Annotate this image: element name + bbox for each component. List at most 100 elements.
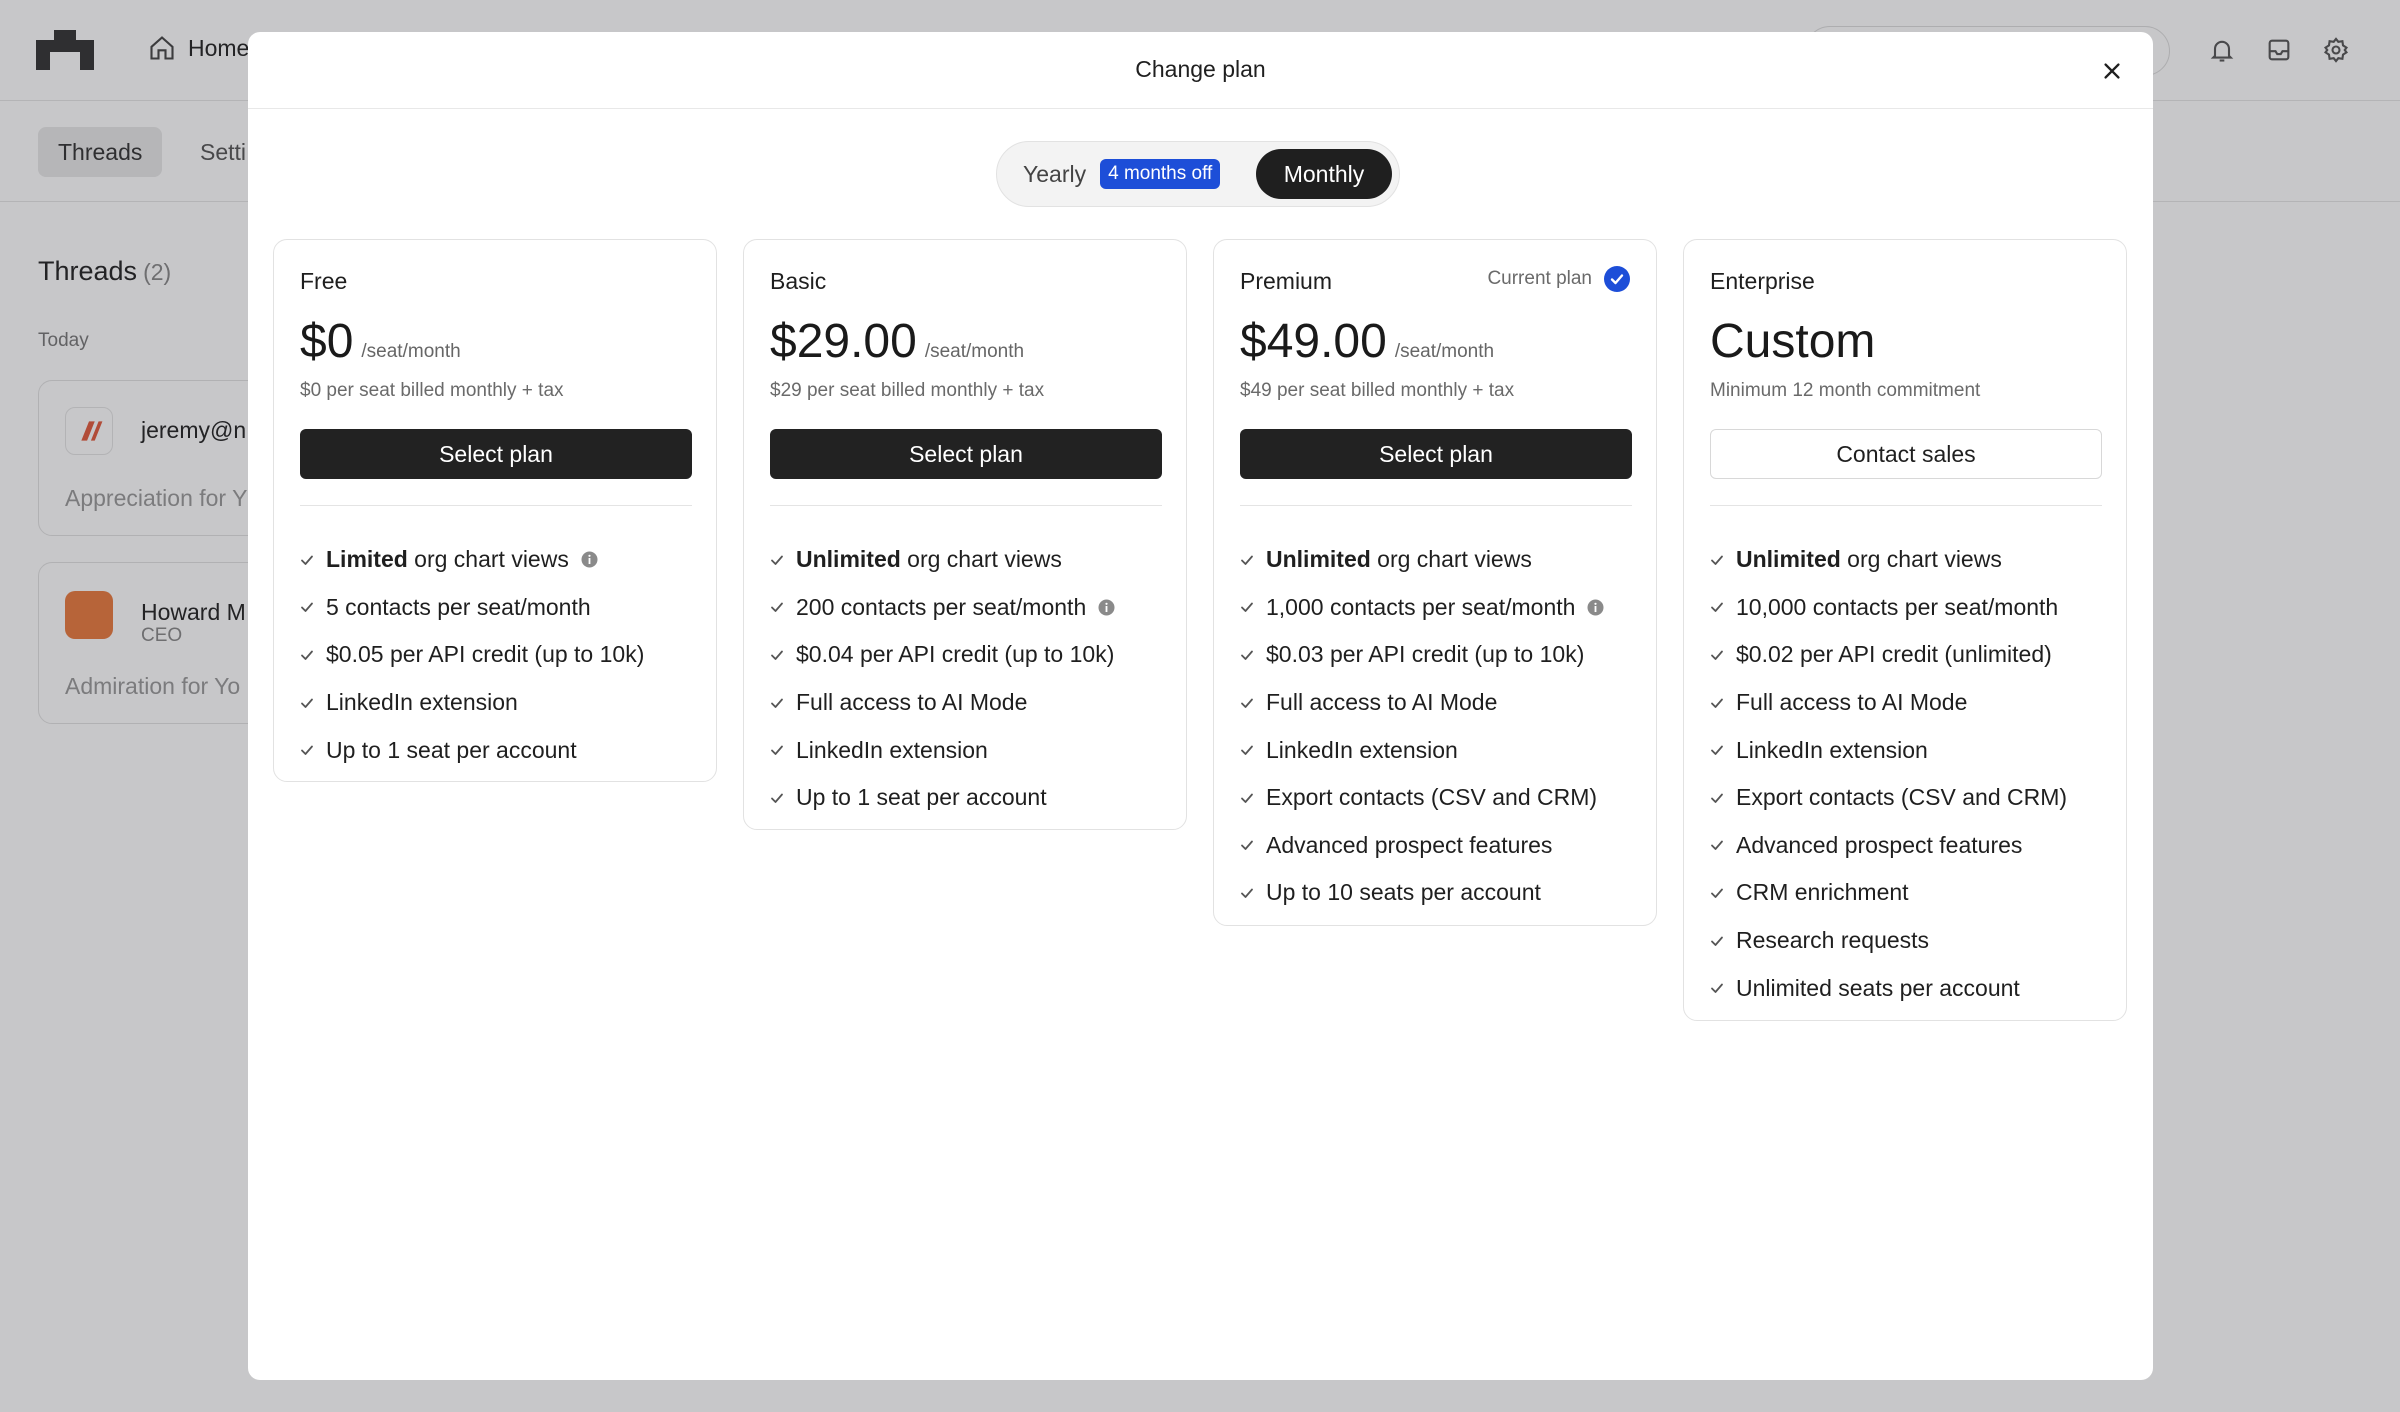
info-icon[interactable]	[581, 551, 598, 568]
feature-label: Research requests	[1736, 927, 1930, 954]
feature-label: $0.05 per API credit (up to 10k)	[326, 641, 645, 668]
divider	[1710, 505, 2102, 506]
plan-billing-note: Minimum 12 month commitment	[1710, 380, 1981, 401]
feature-text: Advanced prospect features	[1736, 832, 2022, 859]
feature-label: Up to 1 seat per account	[326, 736, 577, 763]
close-button[interactable]	[2095, 54, 2129, 88]
feature-item: $0.05 per API credit (up to 10k)	[300, 631, 700, 679]
billing-period-toggle: Yearly 4 months off Monthly	[996, 141, 1400, 207]
check-icon	[1241, 888, 1253, 898]
price-row: $0 /seat/month	[300, 314, 461, 369]
select-plan-button[interactable]: Select plan	[1240, 429, 1632, 479]
feature-label: Up to 10 seats per account	[1266, 879, 1541, 906]
feature-item: $0.03 per API credit (up to 10k)	[1240, 631, 1640, 679]
feature-item: Up to 1 seat per account	[770, 774, 1170, 822]
feature-text: LinkedIn extension	[1266, 737, 1458, 764]
check-circle-icon	[1604, 266, 1630, 292]
feature-label: 1,000 contacts per seat/month	[1266, 593, 1576, 620]
check-icon	[1711, 555, 1723, 565]
billing-yearly-option[interactable]: Yearly 4 months off	[1005, 149, 1221, 199]
feature-label: Full access to AI Mode	[796, 689, 1028, 716]
feature-text: LinkedIn extension	[796, 737, 988, 764]
feature-text: Unlimited org chart views	[1736, 546, 2002, 573]
plan-price: Custom	[1710, 315, 1876, 368]
feature-emphasis: Limited	[326, 546, 408, 573]
check-icon	[1241, 650, 1253, 660]
plan-name: Basic	[770, 268, 827, 294]
feature-label: LinkedIn extension	[1266, 736, 1458, 763]
plan-billing-note: $29 per seat billed monthly + tax	[770, 380, 1045, 401]
check-icon	[1711, 602, 1723, 613]
check-icon	[301, 745, 313, 756]
feature-item: Export contacts (CSV and CRM)	[1710, 774, 2110, 822]
feature-text: LinkedIn extension	[1736, 737, 1928, 764]
check-icon	[1711, 936, 1723, 946]
plan-billing-note: $49 per seat billed monthly + tax	[1240, 380, 1515, 401]
feature-item: Unlimited org chart views	[1240, 536, 1640, 584]
check-icon	[1711, 888, 1723, 898]
feature-text: Unlimited org chart views	[1266, 546, 1532, 573]
feature-label: CRM enrichment	[1736, 879, 1909, 906]
plan-billing-note: $0 per seat billed monthly + tax	[300, 380, 564, 401]
feature-label: $0.04 per API credit (up to 10k)	[796, 641, 1115, 668]
feature-item: Research requests	[1710, 917, 2110, 965]
check-icon	[771, 555, 783, 565]
feature-text: $0.05 per API credit (up to 10k)	[326, 641, 644, 668]
feature-text: Export contacts (CSV and CRM)	[1266, 784, 1597, 811]
feature-list: Unlimited org chart views 1,000 contacts …	[1240, 536, 1640, 917]
check-icon	[301, 602, 313, 613]
feature-emphasis: Unlimited	[1266, 546, 1371, 573]
feature-item: Full access to AI Mode	[1240, 679, 1640, 727]
check-icon	[301, 555, 313, 565]
feature-item: Advanced prospect features	[1710, 822, 2110, 870]
feature-label: org chart views	[407, 546, 569, 573]
billing-monthly-option[interactable]: Monthly	[1256, 149, 1392, 199]
check-icon	[1711, 745, 1723, 756]
feature-item: 200 contacts per seat/month	[770, 584, 1170, 632]
select-plan-button[interactable]: Select plan	[770, 429, 1162, 479]
divider	[300, 505, 692, 506]
feature-text: Up to 1 seat per account	[796, 784, 1047, 811]
feature-item: $0.04 per API credit (up to 10k)	[770, 631, 1170, 679]
feature-text: $0.02 per API credit (unlimited)	[1736, 641, 2052, 668]
price-row: $49.00 /seat/month	[1240, 314, 1494, 369]
current-plan-label: Current plan	[1487, 268, 1592, 289]
feature-label: Unlimited seats per account	[1736, 974, 2020, 1001]
plan-card-free: Free $0 /seat/month $0 per seat billed m…	[273, 239, 717, 782]
feature-label: org chart views	[1840, 546, 2002, 573]
billing-yearly-label: Yearly	[1023, 160, 1087, 187]
select-plan-button[interactable]: Select plan	[300, 429, 692, 479]
feature-text: CRM enrichment	[1736, 879, 1909, 906]
plan-name: Enterprise	[1710, 268, 1815, 294]
feature-item: Full access to AI Mode	[1710, 679, 2110, 727]
feature-item: LinkedIn extension	[770, 726, 1170, 774]
check-icon	[301, 650, 313, 660]
feature-label: org chart views	[900, 546, 1062, 573]
feature-label: $0.02 per API credit (unlimited)	[1736, 641, 2052, 668]
feature-text: Limited org chart views	[326, 546, 569, 573]
check-icon	[1241, 602, 1253, 613]
feature-text: Up to 10 seats per account	[1266, 879, 1541, 906]
price-row: Custom	[1710, 314, 1883, 369]
check-icon	[1711, 983, 1723, 994]
check-icon	[771, 745, 783, 756]
modal-title: Change plan	[1135, 56, 1266, 82]
info-icon[interactable]	[1098, 599, 1115, 616]
plan-price-unit: /seat/month	[924, 341, 1025, 362]
change-plan-modal: Change plan Yearly 4 months off Monthly …	[248, 32, 2153, 1380]
contact-sales-button[interactable]: Contact sales	[1710, 429, 2102, 479]
feature-label: 5 contacts per seat/month	[326, 593, 591, 620]
feature-label: Up to 1 seat per account	[796, 784, 1047, 811]
feature-item: Unlimited org chart views	[770, 536, 1170, 584]
feature-text: 5 contacts per seat/month	[326, 594, 591, 621]
divider	[1240, 505, 1632, 506]
info-icon[interactable]	[1587, 599, 1604, 616]
feature-item: 10,000 contacts per seat/month	[1710, 584, 2110, 632]
feature-item: LinkedIn extension	[1710, 726, 2110, 774]
feature-text: Research requests	[1736, 927, 1929, 954]
plan-card-basic: Basic $29.00 /seat/month $29 per seat bi…	[743, 239, 1187, 830]
feature-text: Unlimited seats per account	[1736, 975, 2020, 1002]
feature-item: Up to 1 seat per account	[300, 726, 700, 774]
plan-card-enterprise: Enterprise Custom Minimum 12 month commi…	[1683, 239, 2127, 1021]
feature-item: Advanced prospect features	[1240, 822, 1640, 870]
